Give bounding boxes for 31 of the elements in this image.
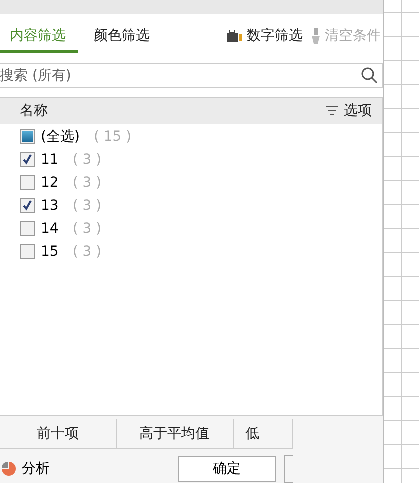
broom-icon xyxy=(311,28,321,44)
item-count: ( 15 ) xyxy=(94,128,132,145)
filter-action[interactable]: 数字筛选 xyxy=(247,26,303,45)
ok-button[interactable]: 确定 xyxy=(178,456,276,482)
checkbox[interactable] xyxy=(20,221,35,236)
search-icon xyxy=(361,67,378,84)
item-count: ( 3 ) xyxy=(72,244,102,260)
checkbox[interactable] xyxy=(20,129,35,144)
checkbox[interactable] xyxy=(20,244,35,260)
checkbox[interactable] xyxy=(20,175,35,190)
item-label[interactable]: 12 xyxy=(41,174,59,191)
checkbox[interactable] xyxy=(20,152,35,168)
checkbox[interactable] xyxy=(20,198,35,214)
column-title: 名称 xyxy=(20,102,48,120)
search-field[interactable]: 搜索 (所有) xyxy=(0,62,383,88)
item-count: ( 3 ) xyxy=(72,220,102,237)
item-count: ( 3 ) xyxy=(72,198,102,214)
pie-chart-icon xyxy=(2,462,16,476)
item-label[interactable]: 15 xyxy=(41,244,59,260)
tab[interactable]: 颜色筛选 xyxy=(84,26,162,53)
item-count: ( 3 ) xyxy=(72,174,102,191)
item-count: ( 3 ) xyxy=(72,152,102,168)
toolbox-icon xyxy=(227,30,243,42)
item-label[interactable]: 14 xyxy=(41,220,59,237)
sort-lines-icon xyxy=(326,106,338,116)
item-label[interactable]: (全选) xyxy=(41,128,80,146)
item-label[interactable]: 13 xyxy=(41,198,59,214)
item-label[interactable]: 11 xyxy=(41,152,59,168)
options-link[interactable]: 选项 xyxy=(344,102,372,120)
tab[interactable]: 内容筛选 xyxy=(0,26,78,53)
analysis-link[interactable]: 分析 xyxy=(22,460,50,478)
